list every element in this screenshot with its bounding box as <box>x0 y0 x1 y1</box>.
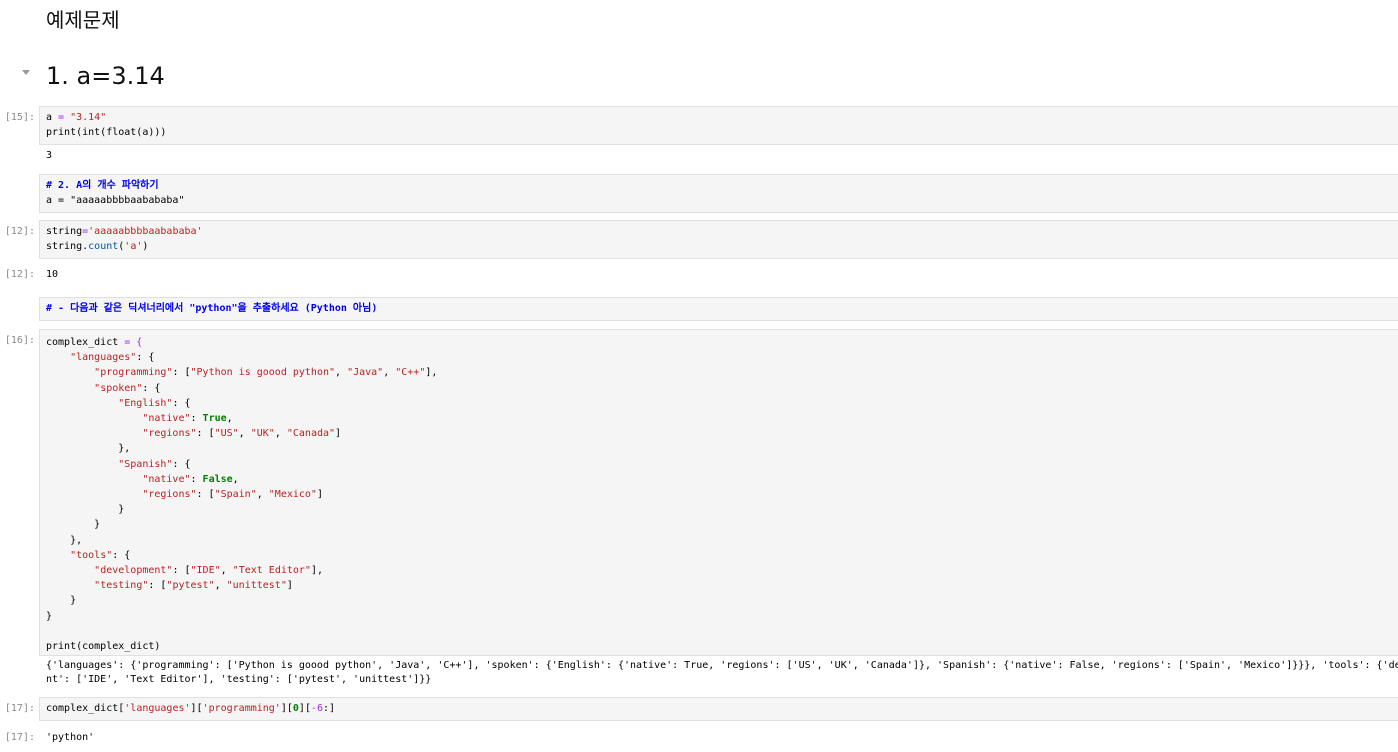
code-editor[interactable]: complex_dict = { "languages": { "program… <box>46 335 437 654</box>
code-cell[interactable]: complex_dict['languages']['programming']… <box>39 697 1398 721</box>
input-prompt: [16]: <box>4 335 35 346</box>
output-prompt: [17]: <box>4 732 35 743</box>
cell-output: {'languages': {'programming': ['Python i… <box>46 660 1398 685</box>
cell-output: 3 <box>46 150 53 161</box>
code-editor[interactable]: a = "3.14" print(int(float(a))) <box>46 110 166 140</box>
markdown-heading: 1. a=3.14 <box>46 62 165 90</box>
input-prompt: [12]: <box>4 226 35 237</box>
code-editor[interactable]: string='aaaaabbbbaabababa' string.count(… <box>46 224 203 254</box>
code-cell[interactable]: # 2. A의 개수 파악하기 a = "aaaaabbbbaabababa" <box>39 174 1398 213</box>
output-prompt: [12]: <box>4 269 35 280</box>
code-editor[interactable]: complex_dict['languages']['programming']… <box>46 701 335 716</box>
input-prompt: [17]: <box>4 703 35 714</box>
input-prompt: [15]: <box>4 112 35 123</box>
code-cell[interactable]: # - 다음과 같은 딕셔너리에서 "python"을 추출하세요 (Pytho… <box>39 297 1398 321</box>
code-editor[interactable]: # 2. A의 개수 파악하기 a = "aaaaabbbbaabababa" <box>46 178 184 208</box>
markdown-title: 예제문제 <box>46 8 120 32</box>
code-cell[interactable]: complex_dict = { "languages": { "program… <box>39 329 1398 656</box>
code-cell[interactable]: string='aaaaabbbbaabababa' string.count(… <box>39 220 1398 259</box>
cell-output: 10 <box>46 269 59 280</box>
code-cell[interactable]: a = "3.14" print(int(float(a))) <box>39 106 1398 145</box>
cell-output: 'python' <box>46 732 95 743</box>
code-editor[interactable]: # - 다음과 같은 딕셔너리에서 "python"을 추출하세요 (Pytho… <box>46 301 377 316</box>
collapse-heading-icon[interactable] <box>22 70 30 75</box>
